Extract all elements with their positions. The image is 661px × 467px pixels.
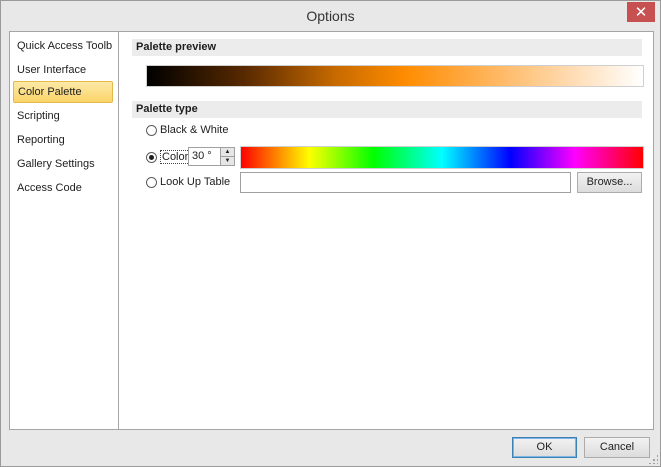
radio-color-circle[interactable] [146, 151, 157, 163]
color-spectrum-bar [240, 146, 644, 169]
spin-buttons: ▲ ▼ [220, 148, 234, 165]
color-palette-page: Palette preview Palette type Black & Whi… [126, 32, 652, 429]
window-title: Options [306, 8, 355, 24]
dialog-client-area: Quick Access Toolb... User Interface Col… [9, 31, 654, 430]
nav-item-user-interface[interactable]: User Interface [13, 59, 113, 81]
title-bar: Options ✕ [1, 1, 660, 31]
spin-up-icon[interactable]: ▲ [221, 148, 234, 156]
spin-down-icon[interactable]: ▼ [221, 156, 234, 165]
nav-item-reporting[interactable]: Reporting [13, 129, 113, 151]
close-icon: ✕ [634, 4, 648, 21]
nav-item-quick-access-toolbar[interactable]: Quick Access Toolb... [13, 35, 113, 57]
nav-item-access-code[interactable]: Access Code [13, 177, 113, 199]
radio-color-label: Color [160, 150, 191, 164]
radio-color[interactable]: Color [146, 150, 191, 164]
radio-look-up-table[interactable]: Look Up Table [146, 176, 230, 188]
radio-black-white-label: Black & White [160, 124, 229, 136]
color-angle-spinner[interactable]: 30 ° ▲ ▼ [188, 147, 235, 166]
options-dialog: Options ✕ Quick Access Toolb... User Int… [0, 0, 661, 467]
cancel-button[interactable]: Cancel [584, 437, 650, 458]
radio-look-up-table-label: Look Up Table [160, 176, 231, 188]
nav-item-scripting[interactable]: Scripting [13, 105, 113, 127]
ok-button[interactable]: OK [512, 437, 577, 458]
nav-item-gallery-settings[interactable]: Gallery Settings [13, 153, 113, 175]
radio-black-white[interactable]: Black & White [146, 124, 228, 136]
palette-preview-gradient [146, 65, 644, 87]
browse-button[interactable]: Browse... [577, 172, 642, 193]
palette-preview-header: Palette preview [132, 39, 642, 56]
palette-type-header: Palette type [132, 101, 642, 118]
close-button[interactable]: ✕ [627, 2, 655, 22]
nav-item-color-palette[interactable]: Color Palette [13, 81, 113, 103]
lut-path-input[interactable] [240, 172, 571, 193]
radio-look-up-table-circle[interactable] [146, 176, 157, 188]
radio-black-white-circle[interactable] [146, 124, 157, 136]
color-angle-value[interactable]: 30 ° [192, 150, 212, 162]
options-nav: Quick Access Toolb... User Interface Col… [10, 32, 119, 429]
